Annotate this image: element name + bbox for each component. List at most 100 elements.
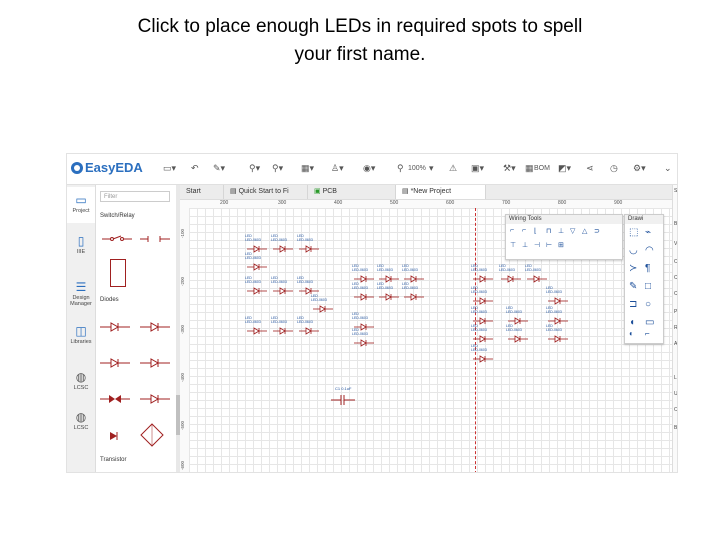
- photodiode-symbol[interactable]: [104, 429, 124, 443]
- undo-icon[interactable]: ↶: [191, 163, 199, 174]
- tvs-symbol[interactable]: [100, 393, 130, 405]
- tab-quick-start[interactable]: ▤ Quick Start to Fi: [224, 185, 308, 199]
- canvas-origin-icon[interactable]: ⌐: [645, 329, 650, 338]
- bus-entry-icon[interactable]: ⌊: [534, 227, 537, 235]
- switch-symbol[interactable]: [102, 233, 132, 245]
- grid-icon[interactable]: ▦: [525, 163, 534, 174]
- led-component[interactable]: LED LED-0603: [499, 264, 521, 286]
- arc2-tool-icon[interactable]: ◠: [645, 245, 654, 256]
- port-icon[interactable]: ⊃: [594, 227, 600, 235]
- right-tab[interactable]: B: [674, 221, 677, 227]
- pin-tool-icon[interactable]: ⊤: [510, 241, 516, 249]
- led-component[interactable]: LED LED-0603: [245, 316, 267, 338]
- led-library-symbol[interactable]: [140, 357, 170, 369]
- right-tab[interactable]: O: [674, 259, 677, 265]
- pie-tool-icon[interactable]: ◖: [629, 317, 635, 328]
- right-tab[interactable]: A: [674, 341, 677, 347]
- vcc-icon[interactable]: △: [582, 227, 587, 235]
- bom-button[interactable]: BOM: [534, 165, 550, 172]
- zoom-dropdown-icon[interactable]: ▾: [429, 163, 434, 174]
- nav-jlc[interactable]: ◍ LCSC: [67, 371, 95, 392]
- nav-project[interactable]: ▭ Project: [67, 187, 95, 223]
- right-tab[interactable]: P: [674, 309, 677, 315]
- relay-symbol[interactable]: [110, 259, 126, 287]
- right-tab[interactable]: R: [674, 325, 677, 331]
- tab-new-project[interactable]: ▤ *New Project: [396, 185, 486, 199]
- section-diodes[interactable]: Diodes: [100, 297, 119, 303]
- align-icon[interactable]: ▦▾: [301, 163, 314, 174]
- right-tab[interactable]: B: [674, 425, 677, 431]
- junction-icon[interactable]: ⊣: [534, 241, 540, 249]
- history-icon[interactable]: ◷: [610, 163, 618, 174]
- pen-icon[interactable]: ✎▾: [213, 163, 225, 174]
- person-icon[interactable]: ♙▾: [331, 163, 344, 174]
- led-component[interactable]: LED LED-0603: [297, 234, 319, 256]
- design-check-icon[interactable]: ⚠: [449, 163, 457, 174]
- nav-components[interactable]: ▯ IIIE: [67, 235, 95, 256]
- right-tab[interactable]: C: [674, 291, 677, 297]
- select-tool-icon[interactable]: ⬚: [629, 227, 638, 238]
- led-component[interactable]: LED LED-0603: [402, 282, 424, 304]
- nav-lcsc[interactable]: ◍ LCSC: [67, 411, 95, 432]
- led-component[interactable]: LED LED-0603: [271, 234, 293, 256]
- wire-tool-icon[interactable]: ⌐: [510, 227, 514, 234]
- netflag-icon[interactable]: ⊥: [558, 227, 564, 235]
- theme-icon[interactable]: ◩▾: [558, 163, 571, 174]
- led-component[interactable]: LED LED-0603: [352, 282, 374, 304]
- led-component[interactable]: LED LED-0603: [245, 252, 267, 274]
- tab-start[interactable]: Start: [180, 185, 224, 199]
- filter-input[interactable]: Filter: [100, 191, 170, 202]
- folder-icon[interactable]: ▭▾: [163, 163, 176, 174]
- chevron-down-icon[interactable]: ⌄: [664, 163, 672, 174]
- nav-libraries[interactable]: ◫ Libraries: [67, 325, 95, 346]
- polygon-tool-icon[interactable]: ⊐: [629, 299, 637, 310]
- section-switch-relay[interactable]: Switch/Relay: [100, 213, 135, 219]
- image-icon[interactable]: ▣▾: [471, 163, 484, 174]
- tools-icon[interactable]: ⚒▾: [503, 163, 516, 174]
- bus-tool-icon[interactable]: ⌐: [522, 227, 526, 234]
- rectangle-tool-icon[interactable]: □: [645, 281, 651, 292]
- led-component[interactable]: LED LED-0603: [297, 316, 319, 338]
- search-icon[interactable]: ⚲: [397, 163, 404, 174]
- led-component[interactable]: LED LED-0603: [311, 294, 333, 316]
- diac-symbol[interactable]: [140, 393, 170, 405]
- group-icon[interactable]: ⊞: [558, 241, 564, 249]
- zoom-level[interactable]: 100%: [408, 165, 426, 172]
- right-tab[interactable]: S: [674, 188, 677, 194]
- led-component[interactable]: LED LED-0603: [271, 316, 293, 338]
- share-icon[interactable]: ⋖: [586, 163, 594, 174]
- capacitor-c1[interactable]: C1 0.1uF: [331, 386, 355, 405]
- bridge-rectifier-symbol[interactable]: [140, 423, 164, 447]
- ground-icon[interactable]: ▽: [570, 227, 575, 235]
- right-tab[interactable]: V: [674, 241, 677, 247]
- led-component[interactable]: LED LED-0603: [506, 324, 528, 346]
- right-tab[interactable]: L: [674, 375, 677, 381]
- freehand-tool-icon[interactable]: ✎: [629, 281, 637, 292]
- section-transistor[interactable]: Transistor: [100, 457, 126, 463]
- led-component[interactable]: LED LED-0603: [471, 344, 493, 366]
- led-component[interactable]: LED LED-0603: [525, 264, 547, 286]
- netlabel-icon[interactable]: ⊓: [546, 227, 551, 235]
- image-tool-icon[interactable]: ▭: [645, 317, 654, 328]
- line-tool-icon[interactable]: ⌁: [645, 227, 651, 238]
- place-icon[interactable]: ⚲▾: [272, 163, 283, 174]
- led-component[interactable]: LED LED-0603: [245, 276, 267, 298]
- led-component[interactable]: LED LED-0603: [352, 328, 374, 350]
- noconnect-icon[interactable]: ⊥: [522, 241, 528, 249]
- drag-tool-icon[interactable]: ◐: [629, 329, 634, 338]
- probe-icon[interactable]: ⊢: [546, 241, 552, 249]
- led-component[interactable]: LED LED-0603: [377, 282, 399, 304]
- circle-tool-icon[interactable]: ○: [645, 299, 651, 310]
- arc-tool-icon[interactable]: ◡: [629, 245, 638, 256]
- eye-icon[interactable]: ◉▾: [363, 163, 375, 174]
- pin-icon[interactable]: ⚲▾: [249, 163, 260, 174]
- schottky-symbol[interactable]: [100, 357, 130, 369]
- right-tab[interactable]: U: [674, 391, 677, 397]
- led-component[interactable]: LED LED-0603: [271, 276, 293, 298]
- diode-symbol[interactable]: [100, 321, 130, 333]
- text-tool-icon[interactable]: ¶: [645, 263, 650, 274]
- arrow-tool-icon[interactable]: ≻: [629, 263, 637, 274]
- gear-icon[interactable]: ⚙▾: [633, 163, 646, 174]
- zener-symbol[interactable]: [140, 321, 170, 333]
- tab-pcb[interactable]: ▣ PCB: [308, 185, 396, 199]
